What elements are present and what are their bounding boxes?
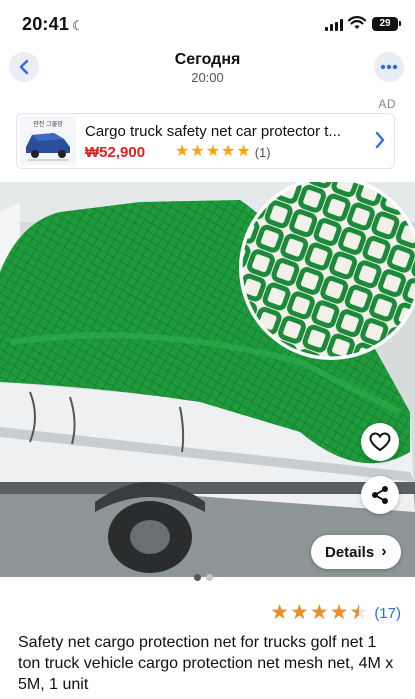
moon-icon: ☾ (72, 18, 84, 33)
wifi-icon (348, 16, 366, 29)
star-icon: ★ (309, 601, 329, 624)
status-time: 20:41 ☾ (22, 14, 84, 35)
page-subtitle: 20:00 (191, 70, 224, 85)
carousel-dot[interactable] (206, 574, 213, 581)
ad-review-count: (1) (254, 144, 271, 160)
star-icon: ★ (329, 601, 349, 624)
ad-thumbnail-caption: 안전 그물망 (33, 120, 63, 128)
details-label: Details (325, 543, 375, 561)
chevron-right-icon[interactable] (374, 130, 386, 150)
star-icon: ★ (270, 601, 289, 624)
carousel-dot-active[interactable] (194, 574, 201, 581)
battery-icon: 29 (372, 17, 398, 31)
battery-tip (399, 21, 401, 26)
star-icon: ★ (221, 143, 236, 160)
ad-title[interactable]: Cargo truck safety net car protector t..… (85, 123, 367, 140)
review-count-link[interactable]: (17) (374, 605, 401, 622)
star-icon: ★ (290, 601, 309, 624)
favorite-button[interactable] (361, 423, 399, 461)
half-star-icon: ★ (349, 602, 368, 625)
more-dots-icon (380, 64, 398, 70)
star-icon: ★ (236, 143, 251, 160)
status-bar: 20:41 ☾ 29 (0, 0, 415, 46)
more-button[interactable] (374, 52, 404, 82)
ad-rating: ★ ★ ★ ★ ★ (1) (175, 143, 271, 161)
truck-net-photo (0, 182, 415, 577)
product-rating[interactable]: ★ ★ ★ ★ ★ (17) (270, 601, 401, 625)
page-title: Сегодня (174, 51, 241, 68)
details-button[interactable]: Details › (311, 535, 401, 569)
star-icon: ★ (175, 143, 190, 160)
heart-icon (369, 432, 391, 452)
share-button[interactable] (361, 476, 399, 514)
ad-thumbnail-image: 안전 그물망 (20, 117, 76, 165)
product-description: Safety net cargo protection net for truc… (18, 634, 394, 693)
carousel-indicator (194, 574, 218, 581)
signal-icon (325, 19, 343, 31)
star-icon: ★ (205, 143, 221, 160)
product-image[interactable] (0, 182, 415, 577)
share-icon (372, 486, 388, 504)
star-icon: ★ (190, 143, 205, 160)
ad-label: AD (378, 97, 396, 111)
ad-card[interactable]: 안전 그물망 Cargo truck safety net car protec… (16, 113, 395, 169)
ad-price: ₩52,900 (85, 144, 146, 161)
status-time-text: 20:41 (22, 14, 70, 34)
nav-bar: Сегодня 20:00 (0, 48, 415, 90)
ad-thumbnail: 안전 그물망 (20, 117, 76, 165)
chevron-right-icon: › (381, 543, 387, 560)
